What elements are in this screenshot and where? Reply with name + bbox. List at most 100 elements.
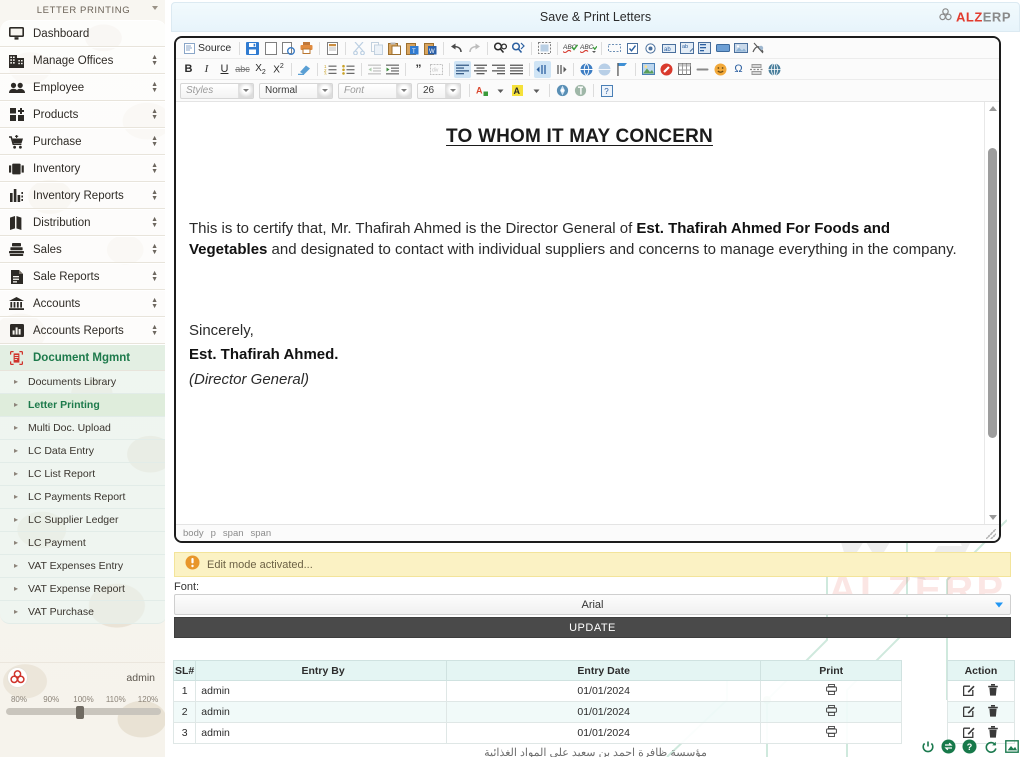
- expand-collapse-icon[interactable]: ▲ ▼: [151, 108, 158, 121]
- strikethrough-icon[interactable]: abc: [234, 61, 251, 78]
- italic-icon[interactable]: I: [198, 61, 215, 78]
- delete-icon[interactable]: [988, 704, 999, 717]
- background-color-icon[interactable]: A: [510, 82, 527, 99]
- editor-document-area[interactable]: TO WHOM IT MAY CONCERN This is to certif…: [176, 102, 999, 524]
- indent-icon[interactable]: [384, 61, 401, 78]
- submenu-item-multi-doc-upload[interactable]: ▸ Multi Doc. Upload: [0, 417, 167, 440]
- expand-collapse-icon[interactable]: ▲ ▼: [151, 135, 158, 148]
- redo-icon[interactable]: [466, 40, 483, 57]
- paragraph-format-dropdown[interactable]: Normal: [259, 82, 333, 99]
- paste-icon[interactable]: [386, 40, 403, 57]
- sidebar-item-products[interactable]: Products ▲ ▼: [0, 101, 167, 128]
- show-blocks-icon[interactable]: [572, 82, 589, 99]
- chevron-down-icon[interactable]: [152, 6, 158, 10]
- zoom-step-80[interactable]: 80%: [6, 695, 32, 704]
- bold-icon[interactable]: B: [180, 61, 197, 78]
- element-path-span-2[interactable]: span: [251, 528, 272, 539]
- update-button[interactable]: UPDATE: [174, 617, 1011, 638]
- cell-action[interactable]: [946, 680, 1016, 702]
- sidebar-item-accounts[interactable]: Accounts ▲ ▼: [0, 290, 167, 317]
- paste-text-icon[interactable]: T: [404, 40, 421, 57]
- zoom-step-100[interactable]: 100%: [71, 695, 97, 704]
- replace-icon[interactable]: [510, 40, 527, 57]
- background-color-dropdown-icon[interactable]: [528, 82, 545, 99]
- font-select[interactable]: Arial: [174, 594, 1011, 615]
- zoom-step-90[interactable]: 90%: [38, 695, 64, 704]
- submenu-item-letter-printing[interactable]: ▸ Letter Printing: [0, 394, 167, 417]
- cell-print[interactable]: [760, 680, 903, 702]
- new-page-icon[interactable]: [262, 40, 279, 57]
- insert-table-icon[interactable]: [676, 61, 693, 78]
- insert-flash-icon[interactable]: [658, 61, 675, 78]
- remove-format-icon[interactable]: [296, 61, 313, 78]
- printer-icon[interactable]: [825, 705, 837, 716]
- undo-icon[interactable]: [448, 40, 465, 57]
- cell-action[interactable]: [946, 701, 1016, 723]
- table-row[interactable]: 3 admin 01/01/2024: [172, 722, 1016, 744]
- submenu-item-vat-expense-report[interactable]: ▸ VAT Expense Report: [0, 578, 167, 601]
- zoom-slider-thumb[interactable]: [75, 706, 84, 719]
- submenu-item-lc-payment[interactable]: ▸ LC Payment: [0, 532, 167, 555]
- form-icon[interactable]: [606, 40, 623, 57]
- sidebar-item-manage-offices[interactable]: Manage Offices ▲ ▼: [0, 47, 167, 74]
- spellcheck-options-icon[interactable]: ABC: [580, 40, 598, 57]
- about-icon[interactable]: ?: [598, 82, 615, 99]
- sidebar-item-dashboard[interactable]: Dashboard: [0, 20, 167, 47]
- textarea-icon[interactable]: ab: [678, 40, 695, 57]
- maximize-icon[interactable]: [554, 82, 571, 99]
- superscript-icon[interactable]: X2: [270, 61, 287, 78]
- sync-icon[interactable]: [941, 739, 956, 754]
- text-color-icon[interactable]: A: [474, 82, 491, 99]
- expand-collapse-icon[interactable]: ▲ ▼: [151, 162, 158, 175]
- text-field-icon[interactable]: ab: [660, 40, 677, 57]
- styles-dropdown[interactable]: Styles: [180, 82, 254, 99]
- cell-print[interactable]: [760, 722, 903, 744]
- hidden-field-icon[interactable]: [750, 40, 767, 57]
- edit-icon[interactable]: [963, 684, 976, 696]
- text-direction-rtl-icon[interactable]: [552, 61, 569, 78]
- edit-icon[interactable]: [963, 726, 976, 738]
- delete-icon[interactable]: [988, 683, 999, 696]
- align-center-icon[interactable]: [472, 61, 489, 78]
- delete-icon[interactable]: [988, 725, 999, 738]
- source-button[interactable]: Source: [180, 40, 235, 57]
- expand-collapse-icon[interactable]: ▲ ▼: [151, 243, 158, 256]
- create-div-icon[interactable]: div: [428, 61, 445, 78]
- refresh-icon[interactable]: [983, 739, 998, 754]
- sidebar-item-sale-reports[interactable]: Sale Reports ▲ ▼: [0, 263, 167, 290]
- editor-content[interactable]: TO WHOM IT MAY CONCERN This is to certif…: [176, 102, 984, 524]
- text-color-dropdown-icon[interactable]: [492, 82, 509, 99]
- sidebar-item-employee[interactable]: Employee ▲ ▼: [0, 74, 167, 101]
- save-icon[interactable]: [244, 40, 261, 57]
- cell-print[interactable]: [760, 701, 903, 723]
- justify-icon[interactable]: [508, 61, 525, 78]
- editor-scrollbar[interactable]: [984, 102, 999, 524]
- table-row[interactable]: 2 admin 01/01/2024: [172, 701, 1016, 723]
- align-left-icon[interactable]: [454, 60, 471, 78]
- element-path-span-1[interactable]: span: [223, 528, 244, 539]
- expand-collapse-icon[interactable]: ▲ ▼: [151, 297, 158, 310]
- help-icon[interactable]: ?: [962, 739, 977, 754]
- align-right-icon[interactable]: [490, 61, 507, 78]
- spellcheck-icon[interactable]: ABC: [562, 40, 579, 57]
- checkbox-icon[interactable]: [624, 40, 641, 57]
- cut-icon[interactable]: [350, 40, 367, 57]
- submenu-item-lc-supplier-ledger[interactable]: ▸ LC Supplier Ledger: [0, 509, 167, 532]
- button-field-icon[interactable]: [714, 40, 731, 57]
- edit-icon[interactable]: [963, 705, 976, 717]
- bulleted-list-icon[interactable]: [340, 61, 357, 78]
- text-direction-ltr-icon[interactable]: [534, 60, 551, 78]
- anchor-icon[interactable]: [614, 61, 631, 78]
- select-all-icon[interactable]: [536, 40, 553, 57]
- print-icon[interactable]: [298, 40, 315, 57]
- font-family-dropdown[interactable]: Font: [338, 82, 412, 99]
- submenu-item-vat-expenses-entry[interactable]: ▸ VAT Expenses Entry: [0, 555, 167, 578]
- expand-collapse-icon[interactable]: ▲ ▼: [151, 270, 158, 283]
- subscript-icon[interactable]: X2: [252, 61, 269, 78]
- scrollbar-thumb[interactable]: [988, 148, 997, 438]
- expand-collapse-icon[interactable]: ▲ ▼: [151, 189, 158, 202]
- paste-word-icon[interactable]: W: [422, 40, 439, 57]
- underline-icon[interactable]: U: [216, 61, 233, 78]
- scroll-down-icon[interactable]: [985, 511, 999, 524]
- find-icon[interactable]: [492, 40, 509, 57]
